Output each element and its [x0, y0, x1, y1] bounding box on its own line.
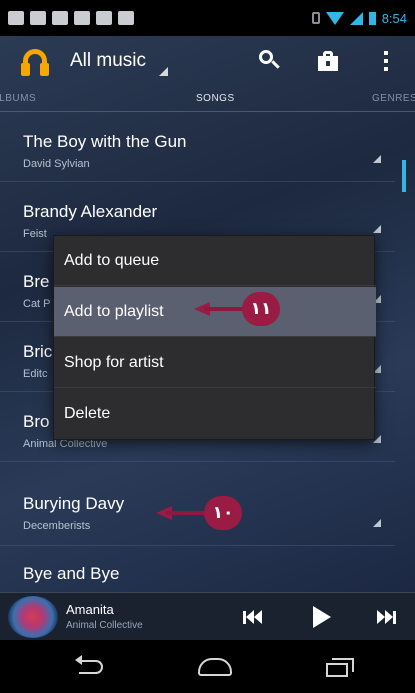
vibrate-icon — [311, 12, 320, 24]
song-options-icon[interactable] — [373, 519, 381, 527]
callout-badge: ١٠ — [204, 496, 242, 530]
signal-icon — [349, 11, 363, 25]
recent-apps-button[interactable] — [290, 640, 390, 693]
action-bar: All music — [0, 36, 415, 86]
song-artist: Decemberists — [23, 520, 91, 532]
tab-genres[interactable]: GENRES — [372, 93, 415, 104]
song-title: Brandy Alexander — [23, 202, 158, 221]
play-button[interactable] — [300, 601, 344, 633]
shop-button[interactable] — [299, 36, 357, 86]
song-title: The Boy with the Gun — [23, 132, 187, 151]
notification-icon — [96, 11, 112, 25]
status-bar: 8:54 — [0, 0, 415, 36]
library-tabs: ALBUMS SONGS GENRES — [0, 86, 415, 112]
song-artist: Feist — [23, 228, 47, 240]
song-artist: David Sylvian — [23, 158, 90, 170]
scrollbar-thumb[interactable] — [402, 160, 406, 192]
notification-icon — [52, 11, 68, 25]
back-icon — [75, 654, 105, 676]
callout-badge: ١١ — [242, 292, 280, 326]
notification-icon — [74, 11, 90, 25]
previous-button[interactable] — [230, 601, 274, 633]
overflow-menu-icon — [384, 51, 388, 71]
step-callout: ١٠ — [150, 496, 242, 530]
headphones-icon[interactable] — [20, 46, 50, 76]
song-row[interactable]: The Boy with the Gun David Sylvian — [0, 112, 395, 182]
notification-icon — [118, 11, 134, 25]
menu-item-shop-for-artist[interactable]: Shop for artist — [54, 338, 376, 388]
skip-next-icon — [376, 610, 396, 624]
skip-previous-icon — [242, 610, 262, 624]
back-button[interactable] — [40, 640, 140, 693]
search-button[interactable] — [241, 36, 299, 86]
song-title: Bro — [23, 412, 50, 431]
now-playing-bar[interactable]: Amanita Animal Collective — [0, 592, 415, 640]
wifi-icon — [325, 11, 344, 25]
step-callout: ١١ — [190, 292, 280, 326]
music-app-screen: 8:54 All music LBUMS SONGS GENRES The Bo… — [0, 0, 415, 693]
now-playing-title: Amanita — [66, 602, 114, 617]
dropdown-indicator-icon — [159, 67, 169, 76]
song-title: Bye and Bye — [23, 564, 120, 583]
search-icon — [259, 50, 281, 72]
song-options-icon[interactable] — [373, 155, 381, 163]
song-title: Bre — [23, 272, 50, 291]
home-icon — [198, 657, 232, 676]
home-button[interactable] — [165, 640, 265, 693]
play-icon — [313, 606, 331, 628]
now-playing-artist: Animal Collective — [66, 620, 143, 631]
song-artist: Cat P — [23, 298, 51, 310]
next-button[interactable] — [364, 601, 408, 633]
song-context-menu: Add to queue Add to playlist Shop for ar… — [53, 235, 376, 440]
album-art[interactable] — [8, 596, 58, 638]
overflow-menu-button[interactable] — [357, 36, 415, 86]
song-artist: Editc — [23, 368, 48, 380]
notification-icon — [30, 11, 46, 25]
status-time: 8:54 — [381, 10, 407, 26]
tab-albums[interactable]: ALBUMS — [0, 93, 36, 104]
menu-item-add-to-queue[interactable]: Add to queue — [54, 236, 376, 286]
library-view-label: All music — [70, 50, 147, 71]
battery-icon — [368, 11, 376, 25]
system-navigation-bar — [0, 640, 415, 693]
notification-icon — [8, 11, 24, 25]
library-view-dropdown[interactable]: All music — [70, 46, 169, 76]
system-indicators: 8:54 — [311, 10, 407, 26]
song-title: Burying Davy — [23, 494, 125, 513]
tab-songs[interactable]: SONGS — [196, 93, 235, 104]
shopping-bag-icon — [318, 51, 338, 71]
song-options-icon[interactable] — [373, 225, 381, 233]
notification-icons — [8, 11, 134, 25]
menu-item-delete[interactable]: Delete — [54, 389, 376, 439]
recent-apps-icon — [326, 657, 354, 677]
song-title: Bric — [23, 342, 53, 361]
